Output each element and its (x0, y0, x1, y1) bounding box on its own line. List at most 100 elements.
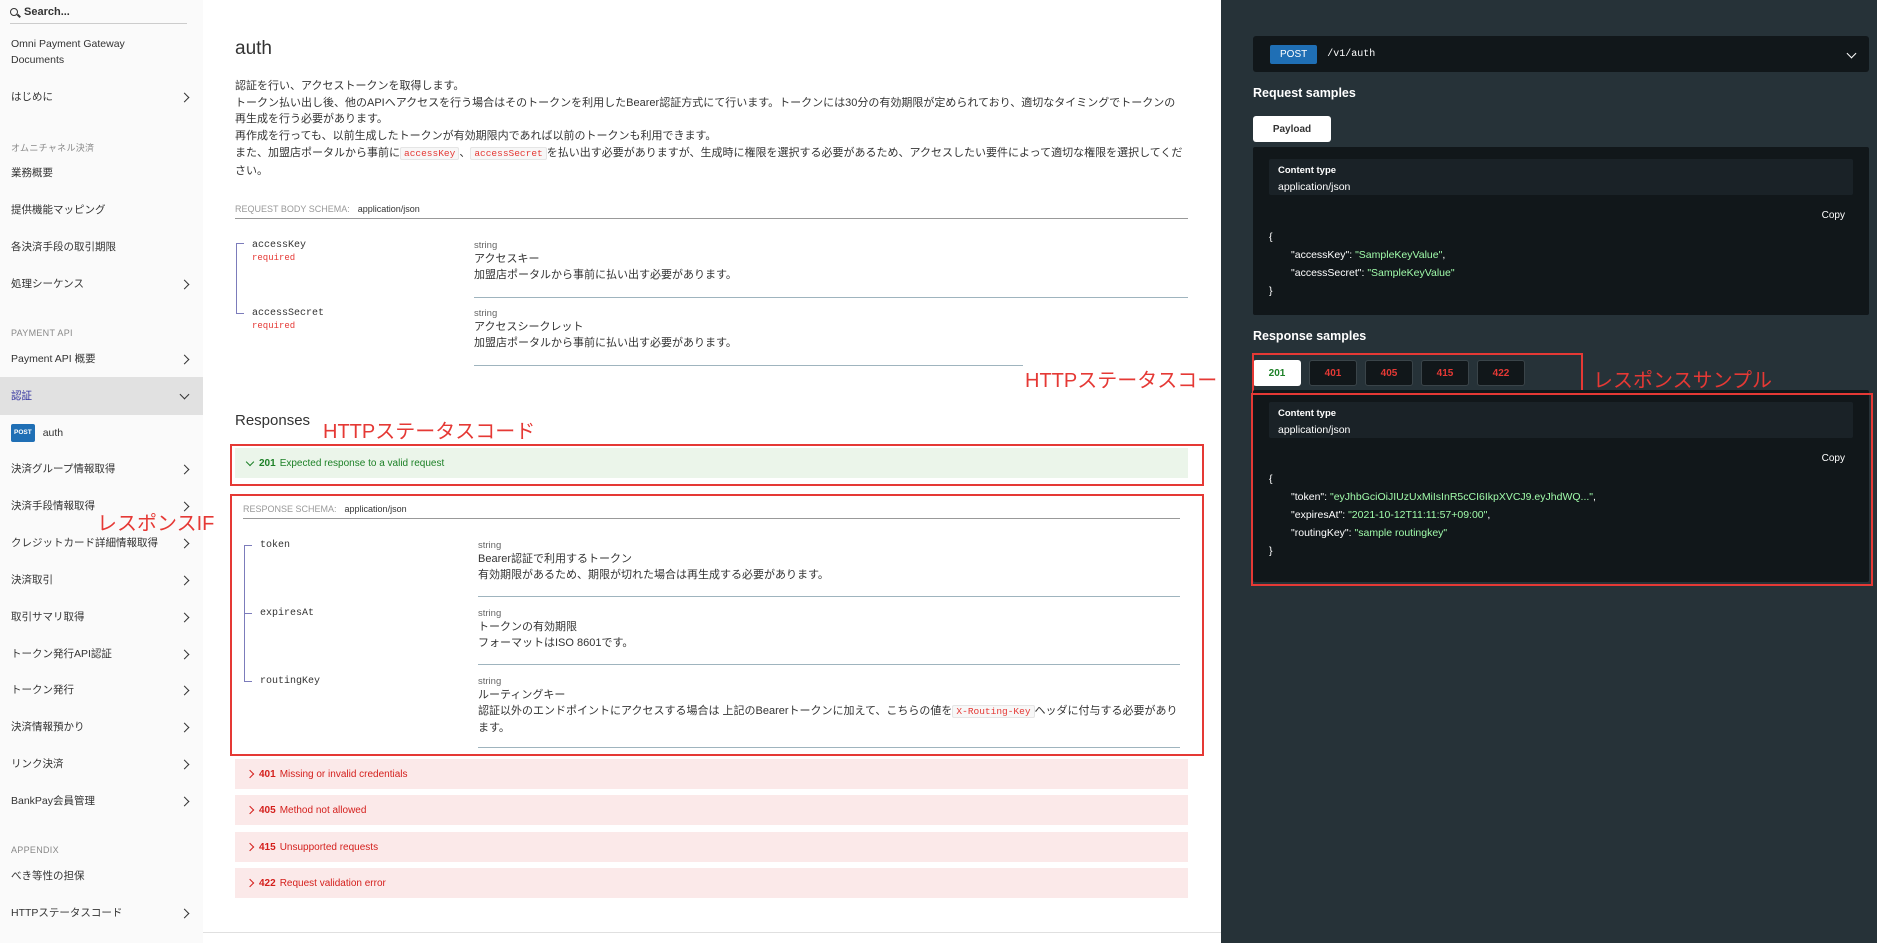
sidebar-item-label: 処理シーケンス (11, 278, 84, 290)
request-field-accesskey: accessKey required (252, 240, 306, 263)
endpoint-selector[interactable]: POST /v1/auth (1253, 36, 1869, 72)
chevron-right-icon (245, 805, 255, 815)
request-field-accesskey-detail: string アクセスキー 加盟店ポータルから事前に払い出す必要があります。 (474, 240, 737, 283)
sidebar-item-label: 決済グループ情報取得 (11, 463, 116, 475)
divider (474, 297, 1188, 298)
sidebar-item-intro[interactable]: はじめに (0, 89, 203, 105)
json-key: "accessSecret" (1291, 267, 1362, 279)
sidebar-item-credit-card-info[interactable]: クレジットカード詳細情報取得 (0, 535, 203, 551)
content-type-label: Content type (1278, 165, 1337, 176)
field-title: トークンの有効期限 (478, 621, 577, 633)
request-content-type-box[interactable]: Content type application/json (1269, 159, 1853, 195)
sidebar-item-label: トークン発行 (11, 684, 74, 696)
field-description: 認証以外のエンドポイントにアクセスする場合は 上記のBearerトークンに加えて… (478, 703, 1180, 736)
description-text: また、加盟店ポータルから事前に (235, 146, 400, 159)
response-field-token: token (260, 540, 290, 551)
sidebar-group-appendix: APPENDIX (11, 845, 59, 855)
response-code: 422 (259, 877, 276, 889)
field-description: 加盟店ポータルから事前に払い出す必要があります。 (474, 337, 737, 349)
sidebar-item-label: リンク決済 (11, 758, 64, 770)
sidebar-item-label: クレジットカード詳細情報取得 (11, 537, 158, 549)
json-value: "SampleKeyValue" (1367, 267, 1455, 279)
request-schema-label: REQUEST BODY SCHEMA: (235, 204, 350, 214)
chevron-right-icon (179, 796, 190, 806)
field-title: アクセスキー (474, 253, 540, 265)
json-value: "SampleKeyValue" (1355, 249, 1443, 261)
response-field-token-detail: string Bearer認証で利用するトークン 有効期限があるため、期限が切れ… (478, 540, 829, 583)
schema-tree-branch (244, 681, 252, 682)
chevron-right-icon (179, 722, 190, 732)
main-content: auth 認証を行い、アクセストークンを取得します。 トークン払い出し後、他のA… (97, 0, 1240, 943)
sidebar-item-feature-mapping[interactable]: 提供機能マッピング (0, 202, 203, 218)
sidebar-item-auth-group[interactable]: 認証 (0, 377, 203, 415)
sidebar-item-http-status[interactable]: HTTPステータスコード (0, 905, 203, 921)
sidebar-item-business-overview[interactable]: 業務概要 (0, 165, 203, 181)
sidebar-item-payment-api-overview[interactable]: Payment API 概要 (0, 351, 203, 367)
response-422-toggle[interactable]: 422 Request validation error (235, 868, 1188, 898)
field-type: string (478, 676, 502, 687)
response-field-expiresat: expiresAt (260, 608, 314, 619)
response-401-toggle[interactable]: 401 Missing or invalid credentials (235, 759, 1188, 789)
description-line: また、加盟店ポータルから事前に accessKey、 accessSecret を払い… (235, 145, 1185, 179)
field-required: required (252, 253, 296, 263)
field-type: string (478, 608, 502, 619)
chevron-right-icon (179, 685, 190, 695)
tab-payload[interactable]: Payload (1253, 116, 1331, 142)
request-schema-header: REQUEST BODY SCHEMA: application/json (235, 204, 1188, 219)
sidebar-item-label: 業務概要 (11, 167, 53, 179)
search-box[interactable] (10, 0, 187, 24)
response-samples-title: Response samples (1253, 329, 1367, 343)
divider (478, 664, 1180, 665)
sidebar-item-label: Payment API 概要 (11, 353, 96, 365)
response-text: Request validation error (279, 877, 386, 889)
request-json-sample: { "accessKey": "SampleKeyValue", "access… (1269, 228, 1455, 300)
sidebar-item-label: 提供機能マッピング (11, 204, 106, 216)
field-type: string (478, 540, 502, 551)
sidebar-item-token-api-auth[interactable]: トークン発行API認証 (0, 646, 203, 662)
divider (478, 747, 1180, 748)
chevron-right-icon (245, 878, 255, 888)
sidebar-item-gateway-docs[interactable]: Omni Payment Gateway Documents (0, 36, 203, 68)
sidebar-item-idempotency[interactable]: べき等性の担保 (0, 868, 203, 884)
copy-button[interactable]: Copy (1822, 210, 1845, 221)
schema-tree-branch (236, 243, 244, 244)
field-required: required (252, 321, 296, 331)
sidebar-item-label: トークン発行API認証 (11, 648, 112, 660)
sidebar-group-omni: オムニチャネル決済 (11, 143, 95, 153)
sidebar-item-label: 決済取引 (11, 574, 53, 586)
sidebar-item-bankpay-member[interactable]: BankPay会員管理 (0, 793, 203, 809)
sidebar-item-label: Documents (11, 54, 65, 66)
annotation-box-status-tabs (1252, 353, 1583, 394)
search-icon (10, 7, 18, 16)
request-field-accesssecret-detail: string アクセスシークレット 加盟店ポータルから事前に払い出す必要がありま… (474, 308, 737, 351)
response-415-toggle[interactable]: 415 Unsupported requests (235, 832, 1188, 862)
sidebar-item-link-payment[interactable]: リンク決済 (0, 756, 203, 772)
field-type: string (474, 240, 498, 251)
sidebar-item-transaction-summary[interactable]: 取引サマリ取得 (0, 609, 203, 625)
field-name: expiresAt (260, 608, 315, 619)
json-key: "accessKey" (1291, 249, 1350, 261)
sidebar-item-payment-info-deposit[interactable]: 決済情報預かり (0, 719, 203, 735)
responses-title: Responses (235, 412, 311, 429)
chevron-right-icon (179, 538, 190, 548)
annotation-box-status (230, 444, 1204, 486)
chevron-right-icon (179, 575, 190, 585)
json-line: "accessSecret": "SampleKeyValue" (1291, 267, 1455, 279)
response-code: 415 (259, 841, 276, 853)
search-input[interactable] (24, 5, 174, 18)
chevron-right-icon (179, 279, 190, 289)
chevron-down-icon (1846, 48, 1857, 59)
sidebar-item-transaction-deadline[interactable]: 各決済手段の取引期限 (0, 239, 203, 255)
sidebar-item-token-issue[interactable]: トークン発行 (0, 682, 203, 698)
sidebar-item-payment-transaction[interactable]: 決済取引 (0, 572, 203, 588)
sidebar-item-payment-group-info[interactable]: 決済グループ情報取得 (0, 461, 203, 477)
sidebar-item-auth[interactable]: POST auth (0, 424, 203, 442)
http-method-badge: POST (1270, 44, 1318, 64)
sidebar-item-label: はじめに (11, 91, 53, 103)
response-text: Method not allowed (279, 804, 367, 816)
sidebar-item-label: 各決済手段の取引期限 (11, 241, 116, 253)
annotation-box-response-sample (1251, 393, 1873, 586)
chevron-right-icon (179, 649, 190, 659)
sidebar-item-process-sequence[interactable]: 処理シーケンス (0, 276, 203, 292)
response-405-toggle[interactable]: 405 Method not allowed (235, 795, 1188, 825)
